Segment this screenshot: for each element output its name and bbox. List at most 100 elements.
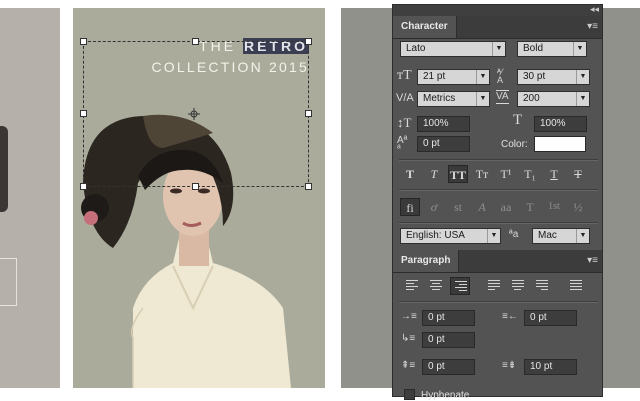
- transform-center-icon[interactable]: [188, 108, 200, 120]
- titling-alternates-button[interactable]: T: [520, 198, 540, 216]
- leading-icon: ᴬ⁄ A: [497, 67, 504, 85]
- justify-last-right-button[interactable]: [532, 277, 552, 295]
- font-style-value: Bold: [523, 43, 544, 54]
- chevron-down-icon: ▼: [573, 42, 586, 56]
- indent-right-field[interactable]: 0 pt: [524, 310, 577, 326]
- collapse-panel-icon[interactable]: ◂◂: [590, 4, 599, 15]
- font-style-select[interactable]: Bold ▼: [517, 41, 587, 57]
- justify-right-icon: [536, 280, 548, 292]
- justify-center-icon: [512, 280, 524, 292]
- horizontal-scale-icon: T: [513, 112, 523, 128]
- resize-handle-tm[interactable]: [192, 38, 199, 45]
- baseline-shift-icon: Aª ᵃ: [397, 135, 408, 154]
- chevron-down-icon: ▼: [576, 70, 589, 84]
- divider: [399, 301, 598, 303]
- resize-handle-bl[interactable]: [80, 183, 87, 190]
- left-artwork-shape: [0, 126, 8, 212]
- character-tab-bar: Character ▾≡: [393, 16, 602, 39]
- anti-alias-value: Mac: [538, 230, 557, 241]
- anti-alias-icon: ªa: [509, 229, 519, 240]
- space-after-icon: ≡⇟: [502, 360, 517, 371]
- font-family-value: Lato: [406, 43, 426, 54]
- strikethrough-button[interactable]: T: [568, 165, 588, 183]
- align-right-button[interactable]: [450, 277, 470, 295]
- chevron-down-icon: ▼: [576, 92, 589, 106]
- chevron-down-icon: ▼: [476, 92, 489, 106]
- all-caps-button[interactable]: TT: [448, 165, 468, 183]
- font-size-field[interactable]: 21 pt ▼: [417, 69, 490, 85]
- text-bounding-box[interactable]: [80, 38, 312, 190]
- small-caps-button[interactable]: Tт: [472, 165, 492, 183]
- space-before-icon: ⇞≡: [401, 360, 416, 371]
- superscript-button[interactable]: T¹: [496, 165, 516, 183]
- indent-left-icon: →≡: [401, 311, 417, 322]
- kerning-select[interactable]: Metrics ▼: [417, 91, 490, 107]
- chevron-down-icon: ▼: [487, 229, 500, 243]
- divider: [399, 159, 598, 161]
- text-color-swatch[interactable]: [534, 136, 586, 152]
- subscript-button[interactable]: T₁: [520, 165, 540, 183]
- left-frame-outline: [0, 258, 17, 306]
- space-after-field[interactable]: 10 pt: [524, 359, 577, 375]
- faux-bold-button[interactable]: T: [400, 165, 420, 183]
- vertical-scale-field[interactable]: 100%: [417, 116, 470, 132]
- justify-last-left-button[interactable]: [484, 277, 504, 295]
- chevron-down-icon: ▼: [492, 42, 505, 56]
- align-center-icon: [430, 280, 442, 292]
- justify-last-center-button[interactable]: [508, 277, 528, 295]
- divider: [399, 222, 598, 224]
- kerning-icon: V/A: [396, 92, 414, 104]
- align-left-icon: [406, 280, 418, 292]
- justify-left-icon: [488, 280, 500, 292]
- font-family-select[interactable]: Lato ▼: [400, 41, 506, 57]
- panel-menu-icon[interactable]: ▾≡: [587, 21, 598, 32]
- stylistic-alternates-button[interactable]: aa: [496, 198, 516, 216]
- hyphenate-checkbox[interactable]: [404, 389, 415, 400]
- ordinals-button[interactable]: 1st: [544, 198, 564, 216]
- swash-button[interactable]: A: [472, 198, 492, 216]
- artboard-left: [0, 8, 60, 388]
- paragraph-tab-bar: Paragraph ▾≡: [393, 250, 602, 273]
- font-size-icon: тT: [397, 68, 412, 83]
- indent-left-field[interactable]: 0 pt: [422, 310, 475, 326]
- align-right-icon: [455, 281, 467, 293]
- contextual-alternates-button[interactable]: st: [448, 198, 468, 216]
- space-before-field[interactable]: 0 pt: [422, 359, 475, 375]
- tab-paragraph[interactable]: Paragraph: [393, 250, 460, 272]
- indent-right-icon: ≡←: [502, 311, 518, 322]
- horizontal-scale-field[interactable]: 100%: [534, 116, 587, 132]
- resize-handle-tr[interactable]: [305, 38, 312, 45]
- underline-button[interactable]: T: [544, 165, 564, 183]
- resize-handle-bm[interactable]: [192, 183, 199, 190]
- fractions-button[interactable]: ½: [568, 198, 588, 216]
- faux-italic-button[interactable]: T: [424, 165, 444, 183]
- tab-character[interactable]: Character: [393, 16, 457, 38]
- language-value: English: USA: [406, 230, 465, 241]
- ligatures-button[interactable]: fi: [400, 198, 420, 216]
- font-size-value: 21 pt: [423, 71, 446, 82]
- resize-handle-mr[interactable]: [305, 110, 312, 117]
- tracking-select[interactable]: 200 ▼: [517, 91, 590, 107]
- artboard-main[interactable]: THE RETRO COLLECTION 2015: [73, 8, 325, 388]
- panel-menu-icon[interactable]: ▾≡: [587, 255, 598, 266]
- indent-first-line-field[interactable]: 0 pt: [422, 332, 475, 348]
- resize-handle-br[interactable]: [305, 183, 312, 190]
- hyphenate-label: Hyphenate: [421, 390, 470, 401]
- language-select[interactable]: English: USA ▼: [400, 228, 501, 244]
- anti-alias-select[interactable]: Mac ▼: [532, 228, 590, 244]
- tracking-value: 200: [523, 93, 540, 104]
- chevron-down-icon: ▼: [576, 229, 589, 243]
- color-label: Color:: [501, 139, 528, 150]
- panel-title-strip: ◂◂: [393, 4, 602, 16]
- justify-all-button[interactable]: [566, 277, 586, 295]
- resize-handle-ml[interactable]: [80, 110, 87, 117]
- leading-field[interactable]: 30 pt ▼: [517, 69, 590, 85]
- leading-value: 30 pt: [523, 71, 546, 82]
- align-center-button[interactable]: [426, 277, 446, 295]
- divider: [399, 189, 598, 191]
- align-left-button[interactable]: [402, 277, 422, 295]
- resize-handle-tl[interactable]: [80, 38, 87, 45]
- chevron-down-icon: ▼: [476, 70, 489, 84]
- discretionary-ligatures-button[interactable]: ơ: [424, 198, 444, 216]
- baseline-shift-field[interactable]: 0 pt: [417, 136, 470, 152]
